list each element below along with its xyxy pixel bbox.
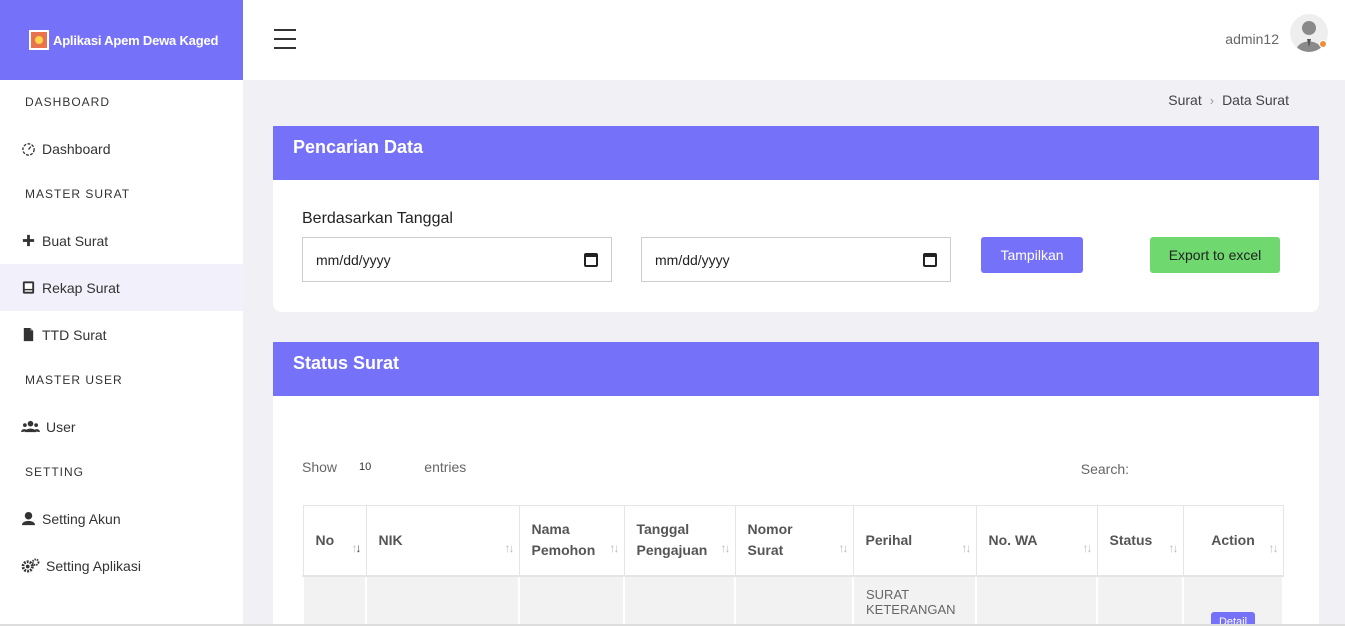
app-logo-icon: [29, 30, 49, 50]
cell-status: [1096, 574, 1184, 626]
table-row: SURAT KETERANGAN Detail: [302, 574, 1284, 626]
column-header-no-wa[interactable]: No. WA ↑↓: [975, 505, 1098, 577]
filter-label: Berdasarkan Tanggal: [302, 210, 453, 227]
dashboard-icon: [20, 141, 36, 157]
column-header-action[interactable]: Action ↑↓: [1182, 505, 1284, 577]
nav-section-master-surat: MASTER SURAT: [25, 187, 131, 201]
cell-tanggal-pengajuan: [623, 574, 736, 626]
breadcrumb: Surat › Data Surat: [1168, 92, 1289, 108]
column-header-nik[interactable]: NIK ↑↓: [365, 505, 520, 577]
sidebar-item-ttd-surat[interactable]: TTD Surat: [0, 311, 243, 358]
hamburger-menu-icon[interactable]: [274, 29, 296, 49]
sidebar-item-label: Dashboard: [42, 140, 111, 157]
show-label: Show: [302, 459, 338, 475]
entries-length-control: Show 10 entries: [302, 459, 466, 475]
column-header-tanggal-pengajuan[interactable]: Tanggal Pengajuan ↑↓: [623, 505, 736, 577]
export-excel-button[interactable]: Export to excel: [1150, 237, 1280, 273]
column-header-status[interactable]: Status ↑↓: [1096, 505, 1184, 577]
breadcrumb-current: Data Surat: [1222, 92, 1289, 108]
cell-nama-pemohon: [518, 574, 625, 626]
nav-section-dashboard: DASHBOARD: [25, 95, 111, 109]
search-label: Search:: [1080, 461, 1129, 477]
sidebar-item-rekap-surat[interactable]: Rekap Surat: [0, 264, 243, 311]
breadcrumb-parent[interactable]: Surat: [1168, 92, 1201, 108]
sidebar-item-label: Rekap Surat: [42, 279, 120, 296]
search-card: Pencarian Data Berdasarkan Tanggal mm/dd…: [273, 126, 1319, 312]
entries-label: entries: [424, 459, 467, 475]
sidebar-item-label: Buat Surat: [42, 232, 109, 249]
brand[interactable]: Aplikasi Apem Dewa Kaged: [0, 0, 243, 80]
app-name: Aplikasi Apem Dewa Kaged: [53, 32, 219, 48]
entries-select[interactable]: 10: [359, 461, 371, 473]
column-header-no[interactable]: No ↑↓: [302, 505, 367, 577]
calendar-icon[interactable]: [923, 252, 937, 267]
plus-icon: [20, 233, 36, 249]
gears-icon: [20, 558, 40, 574]
chevron-right-icon: ›: [1209, 92, 1215, 108]
search-card-title: Pencarian Data: [273, 126, 1319, 180]
username[interactable]: admin12: [1225, 31, 1279, 47]
surat-table: No ↑↓ NIK ↑↓ Nama Pemohon ↑↓ Tanggal Pengaj…: [302, 505, 1284, 626]
status-card: Status Surat Show 10 entries Search: No ↑…: [273, 342, 1319, 626]
online-status-dot: [1319, 40, 1327, 48]
cell-nik: [365, 574, 520, 626]
cell-no-wa: [975, 574, 1098, 626]
cell-no: [302, 574, 367, 626]
cell-nomor-surat: [734, 574, 854, 626]
sidebar-item-label: User: [46, 418, 76, 435]
start-date-input[interactable]: mm/dd/yyyy: [302, 237, 612, 282]
sidebar-item-user[interactable]: User: [0, 403, 243, 450]
book-icon: [20, 280, 36, 296]
file-icon: [20, 327, 36, 343]
top-header: admin12: [243, 0, 1345, 80]
column-header-perihal[interactable]: Perihal ↑↓: [852, 505, 977, 577]
end-date-placeholder: mm/dd/yyyy: [655, 251, 730, 268]
sidebar-item-label: TTD Surat: [42, 326, 107, 343]
nav-section-master-user: MASTER USER: [25, 373, 123, 387]
end-date-input[interactable]: mm/dd/yyyy: [641, 237, 951, 282]
cell-perihal: SURAT KETERANGAN: [852, 574, 977, 626]
sidebar-item-label: Setting Akun: [42, 510, 121, 527]
sidebar-item-setting-aplikasi[interactable]: Setting Aplikasi: [0, 542, 243, 589]
calendar-icon[interactable]: [584, 252, 598, 267]
status-card-title: Status Surat: [273, 342, 1319, 396]
sidebar-item-dashboard[interactable]: Dashboard: [0, 125, 243, 172]
users-icon: [20, 419, 40, 435]
table-search[interactable]: Search:: [1081, 461, 1129, 477]
tampilkan-button[interactable]: Tampilkan: [981, 237, 1083, 273]
user-icon: [20, 511, 36, 527]
sidebar-item-buat-surat[interactable]: Buat Surat: [0, 217, 243, 264]
start-date-placeholder: mm/dd/yyyy: [316, 251, 391, 268]
column-header-nama-pemohon[interactable]: Nama Pemohon ↑↓: [518, 505, 625, 577]
column-header-nomor-surat[interactable]: Nomor Surat ↑↓: [734, 505, 854, 577]
sidebar: Aplikasi Apem Dewa Kaged DASHBOARD Dashb…: [0, 0, 243, 626]
sidebar-item-label: Setting Aplikasi: [46, 557, 141, 574]
cell-action: Detail: [1182, 574, 1284, 626]
sidebar-item-setting-akun[interactable]: Setting Akun: [0, 495, 243, 542]
nav-section-setting: SETTING: [25, 465, 85, 479]
